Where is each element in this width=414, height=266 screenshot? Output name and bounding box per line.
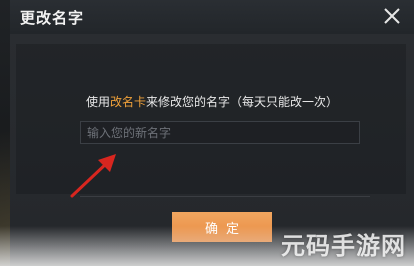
close-icon[interactable]	[382, 6, 402, 26]
confirm-button[interactable]: 确定	[172, 212, 272, 242]
rename-hint: 使用改名卡来修改您的名字（每天只能改一次）	[10, 93, 414, 110]
rename-dialog: 更改名字 使用改名卡来修改您的名字（每天只能改一次） 确定	[10, 0, 414, 266]
dialog-title: 更改名字	[20, 9, 85, 27]
red-arrow-annotation	[70, 154, 116, 198]
rename-card-label: 改名卡	[109, 95, 146, 109]
dialog-title-bar: 更改名字	[10, 0, 414, 35]
hint-prefix: 使用	[85, 95, 110, 109]
divider	[80, 196, 370, 197]
hint-suffix: 来修改您的名字（每天只能改一次）	[146, 95, 339, 109]
